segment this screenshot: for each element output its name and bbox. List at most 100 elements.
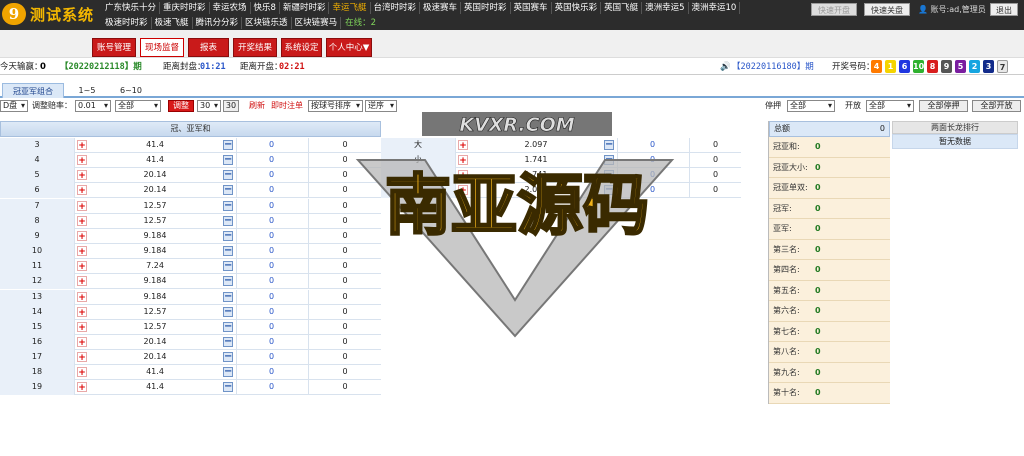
game-link[interactable]: 英国时时彩 xyxy=(461,2,511,14)
mid-row-bet-amount[interactable]: 0 xyxy=(617,168,687,184)
minus-icon[interactable]: − xyxy=(223,170,233,181)
game-link[interactable]: 区块链赛马 xyxy=(292,17,342,29)
minus-icon[interactable]: − xyxy=(223,215,233,226)
minus-icon[interactable]: − xyxy=(223,382,233,393)
row-bet-amount[interactable]: 0 xyxy=(236,168,306,184)
refresh-link[interactable]: 刷新 xyxy=(249,100,265,112)
minus-icon[interactable]: − xyxy=(223,155,233,166)
sub-tab[interactable]: 6~10 xyxy=(110,83,152,98)
game-link[interactable]: 新疆时时彩 xyxy=(280,2,330,14)
row-bet-amount[interactable]: 0 xyxy=(236,334,306,350)
open-select[interactable]: 全部 xyxy=(866,100,914,112)
adjust-button[interactable]: 调整 xyxy=(168,100,194,112)
plus-icon[interactable]: + xyxy=(77,261,87,272)
row-bet-amount[interactable]: 0 xyxy=(236,259,306,275)
game-link[interactable]: 幸运飞艇 xyxy=(329,2,371,14)
sub-tab[interactable]: 冠亚军组合 xyxy=(2,83,64,98)
game-link[interactable]: 腾讯分分彩 xyxy=(193,17,243,29)
row-bet-amount[interactable]: 0 xyxy=(236,228,306,244)
minus-icon[interactable]: − xyxy=(223,261,233,272)
minus-icon[interactable]: − xyxy=(223,230,233,241)
row-bet-amount[interactable]: 0 xyxy=(236,183,306,199)
game-link[interactable]: 快乐8 xyxy=(251,2,280,14)
plus-icon[interactable]: + xyxy=(77,230,87,242)
minus-icon[interactable]: − xyxy=(223,246,233,257)
game-link[interactable]: 英国赛车 xyxy=(511,2,552,14)
plus-icon[interactable]: + xyxy=(77,200,87,212)
adjust-input[interactable]: 0.01 xyxy=(75,100,111,112)
plus-icon[interactable]: + xyxy=(77,382,87,393)
game-link[interactable]: 重庆时时彩 xyxy=(160,2,210,14)
plus-icon[interactable]: + xyxy=(77,140,87,151)
minus-icon[interactable]: − xyxy=(604,170,614,181)
sub-tab[interactable]: 1~5 xyxy=(68,83,106,98)
nav-tab[interactable]: 账号管理 xyxy=(92,38,136,57)
minus-icon[interactable]: − xyxy=(604,140,614,150)
order-select[interactable]: 逆序 xyxy=(365,100,397,112)
minus-icon[interactable]: − xyxy=(223,367,233,378)
nav-tab[interactable]: 现场监督 xyxy=(140,38,184,57)
nav-tab[interactable]: 个人中心▼ xyxy=(326,38,372,57)
plus-icon[interactable]: + xyxy=(77,215,87,227)
row-bet-amount[interactable]: 0 xyxy=(236,289,306,305)
plus-icon[interactable]: + xyxy=(458,185,468,196)
game-link[interactable]: 区块链乐透 xyxy=(242,17,292,29)
plus-icon[interactable]: + xyxy=(77,306,87,318)
plus-icon[interactable]: + xyxy=(77,155,87,166)
speaker-icon[interactable]: 🔊 xyxy=(720,61,731,73)
row-bet-amount[interactable]: 0 xyxy=(236,304,306,320)
row-bet-amount[interactable]: 0 xyxy=(236,274,306,290)
plus-icon[interactable]: + xyxy=(77,352,87,363)
row-bet-amount[interactable]: 0 xyxy=(236,138,306,153)
mid-row-bet-amount[interactable]: 0 xyxy=(617,138,687,153)
plus-icon[interactable]: + xyxy=(77,185,87,196)
plus-icon[interactable]: + xyxy=(458,155,468,166)
refresh-interval-select[interactable]: 30 xyxy=(197,100,221,112)
minus-icon[interactable]: − xyxy=(223,276,233,287)
plate-select[interactable]: D盘 xyxy=(0,100,28,112)
logout-button[interactable]: 退出 xyxy=(990,3,1018,16)
plus-icon[interactable]: + xyxy=(77,291,87,303)
minus-icon[interactable]: − xyxy=(223,185,233,196)
plus-icon[interactable]: + xyxy=(77,276,87,287)
minus-icon[interactable]: − xyxy=(223,200,233,211)
game-link[interactable]: 英国快乐彩 xyxy=(552,2,602,14)
row-bet-amount[interactable]: 0 xyxy=(236,380,306,396)
game-link[interactable]: 澳洲幸运5 xyxy=(642,2,689,14)
minus-icon[interactable]: − xyxy=(223,140,233,150)
minus-icon[interactable]: − xyxy=(223,291,233,302)
minus-icon[interactable]: − xyxy=(604,185,614,196)
refresh-seconds[interactable]: 30 xyxy=(223,100,239,112)
sort-select[interactable]: 按球号排序 xyxy=(308,100,363,112)
mid-row-bet-amount[interactable]: 0 xyxy=(617,183,687,199)
row-bet-amount[interactable]: 0 xyxy=(236,350,306,366)
row-bet-amount[interactable]: 0 xyxy=(236,153,306,169)
stop-all-button[interactable]: 全部停押 xyxy=(919,100,968,112)
stop-select[interactable]: 全部 xyxy=(787,100,835,112)
plus-icon[interactable]: + xyxy=(77,246,87,257)
row-bet-amount[interactable]: 0 xyxy=(236,244,306,260)
nav-tab[interactable]: 报表 xyxy=(188,38,229,57)
minus-icon[interactable]: − xyxy=(223,352,233,363)
game-link[interactable]: 台湾时时彩 xyxy=(371,2,421,14)
row-bet-amount[interactable]: 0 xyxy=(236,319,306,335)
game-link[interactable]: 澳洲幸运10 xyxy=(689,2,741,14)
instant-orders-link[interactable]: 即时注单 xyxy=(271,100,303,112)
row-bet-amount[interactable]: 0 xyxy=(236,213,306,229)
plus-icon[interactable]: + xyxy=(77,367,87,378)
nav-tab[interactable]: 开奖结果 xyxy=(233,38,277,57)
nav-tab[interactable]: 系统设定 xyxy=(281,38,322,57)
plus-icon[interactable]: + xyxy=(458,170,468,181)
minus-icon[interactable]: − xyxy=(223,336,233,347)
game-link[interactable]: 广东快乐十分 xyxy=(102,2,161,14)
plus-icon[interactable]: + xyxy=(77,170,87,181)
minus-icon[interactable]: − xyxy=(223,306,233,317)
plus-icon[interactable]: + xyxy=(77,321,87,333)
quick-close-button[interactable]: 快速关盘 xyxy=(864,3,910,16)
quick-open-button[interactable]: 快速开盘 xyxy=(811,3,857,16)
minus-icon[interactable]: − xyxy=(604,155,614,166)
plus-icon[interactable]: + xyxy=(458,140,468,151)
minus-icon[interactable]: − xyxy=(223,321,233,332)
plus-icon[interactable]: + xyxy=(77,336,87,348)
open-all-button[interactable]: 全部开放 xyxy=(972,100,1021,112)
